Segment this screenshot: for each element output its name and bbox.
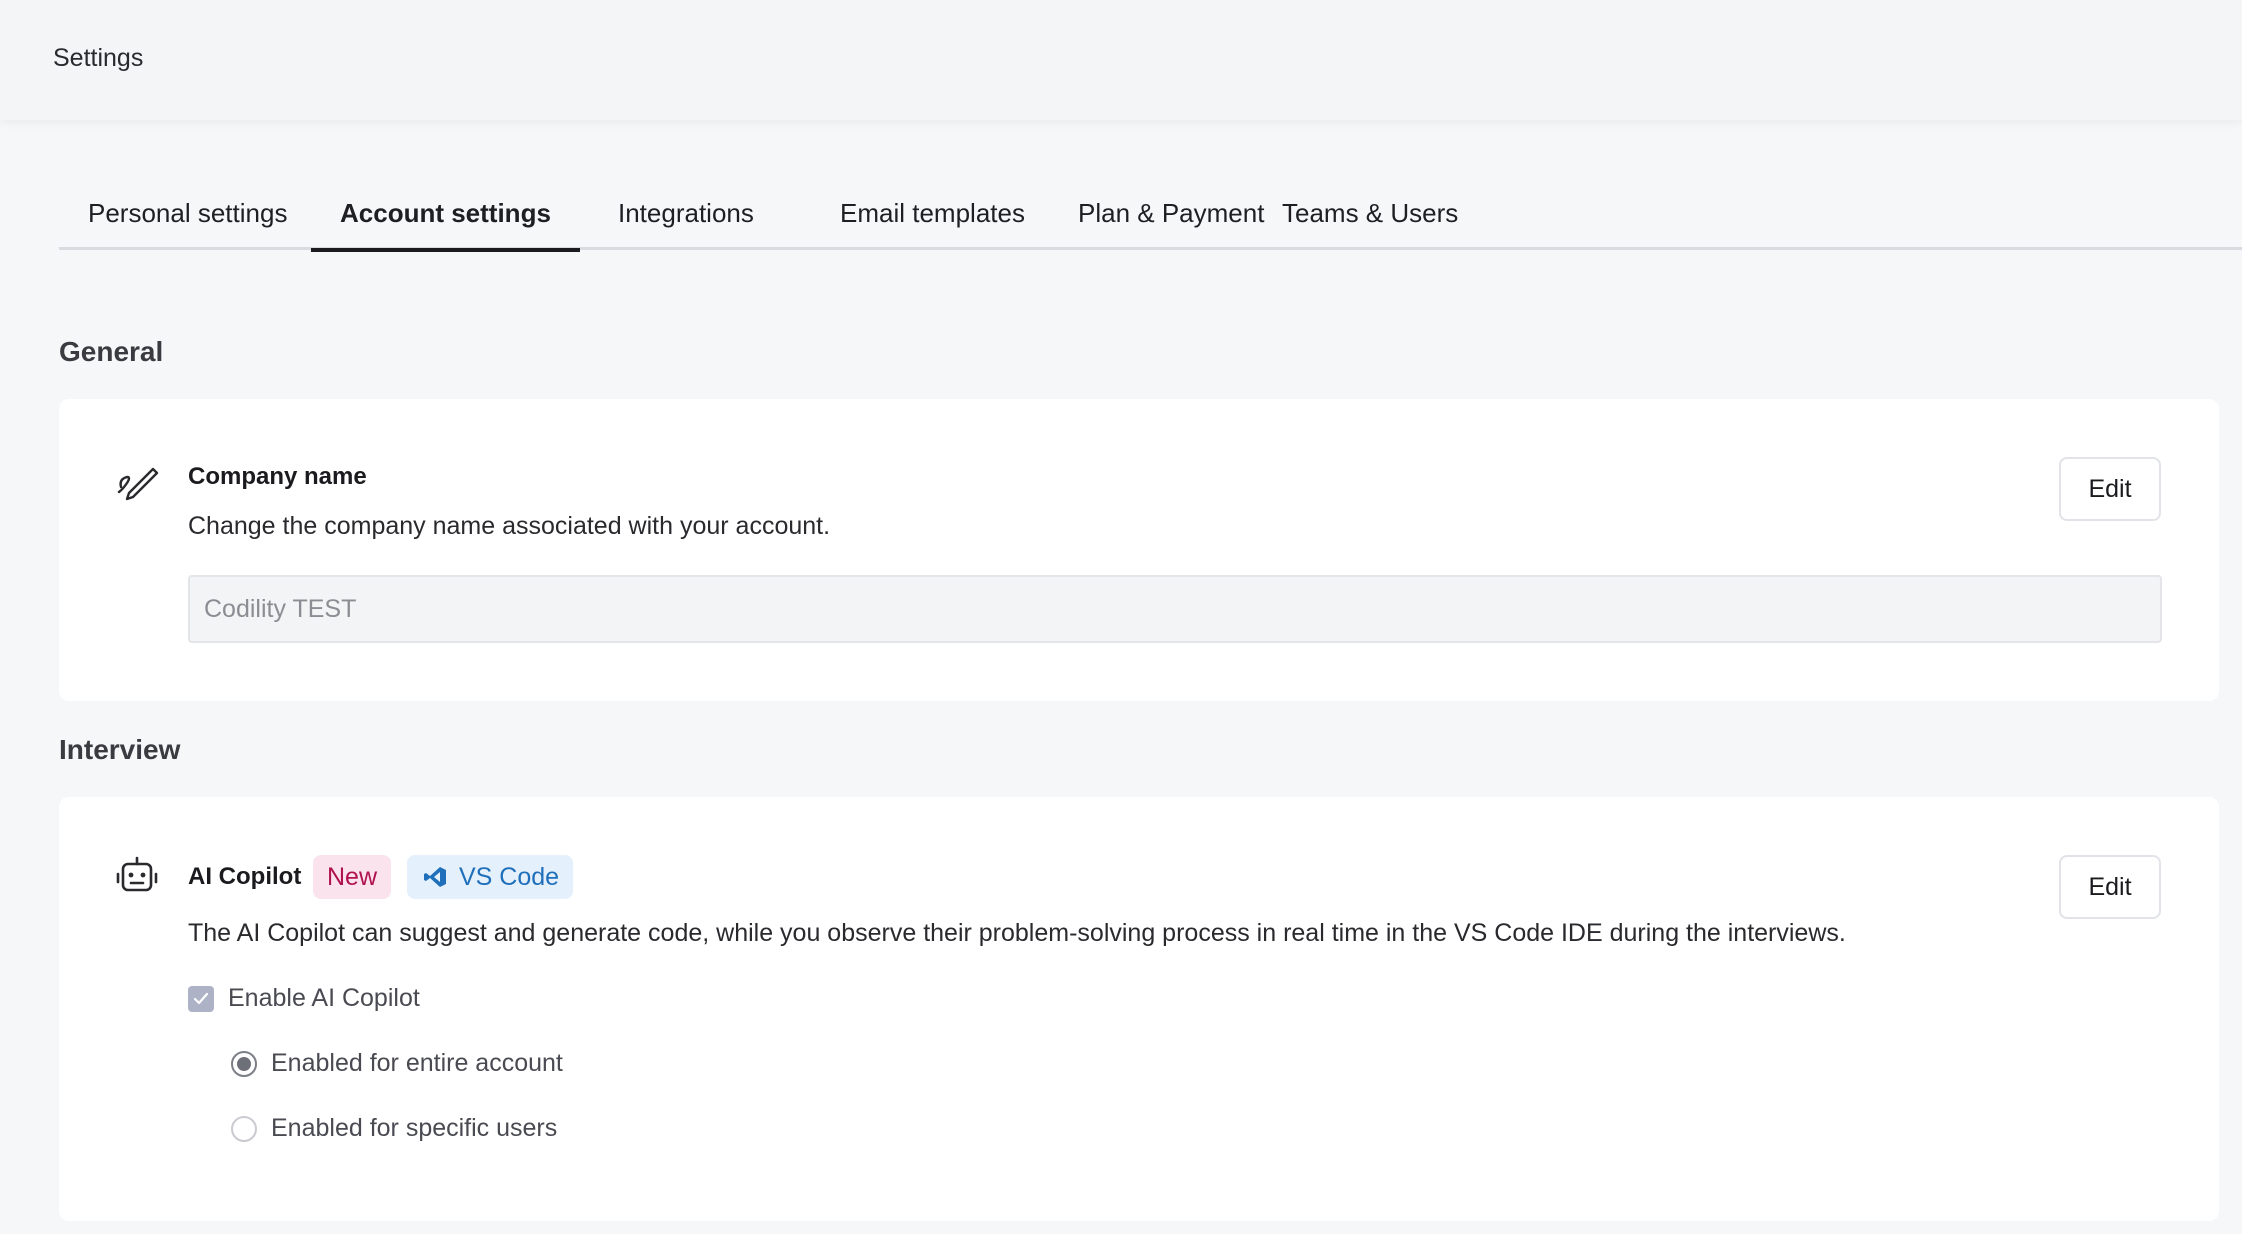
- ai-copilot-title: AI Copilot: [188, 863, 302, 890]
- enable-ai-copilot-label: Enable AI Copilot: [228, 984, 420, 1012]
- option-specific-users[interactable]: Enabled for specific users: [231, 1114, 557, 1143]
- option-specific-users-label: Enabled for specific users: [271, 1114, 558, 1142]
- section-title-interview: Interview: [59, 734, 181, 765]
- ai-copilot-card: AI Copilot New VS Code The AI Copilot ca…: [59, 797, 2219, 1221]
- company-name-card: Company name Change the company name ass…: [59, 399, 2219, 701]
- company-name-edit-button[interactable]: Edit: [2059, 457, 2161, 521]
- tab-email-templates[interactable]: Email templates: [811, 176, 1054, 250]
- option-entire-account[interactable]: Enabled for entire account: [231, 1049, 563, 1078]
- ai-copilot-description: The AI Copilot can suggest and generate …: [188, 919, 1846, 947]
- company-name-title: Company name: [188, 463, 367, 490]
- ai-copilot-edit-button[interactable]: Edit: [2059, 855, 2161, 919]
- option-entire-account-label: Enabled for entire account: [271, 1049, 563, 1077]
- tab-teams-users[interactable]: Teams & Users: [1253, 176, 1487, 250]
- top-bar: Settings: [0, 0, 2242, 120]
- tab-personal-settings[interactable]: Personal settings: [59, 176, 316, 250]
- vscode-icon: [424, 867, 446, 887]
- new-badge: New: [313, 855, 392, 899]
- robot-icon: [115, 854, 159, 898]
- enable-ai-copilot-row[interactable]: Enable AI Copilot: [188, 984, 420, 1013]
- section-title-general: General: [59, 336, 164, 367]
- settings-tabs: Personal settings Account settings Integ…: [59, 176, 2242, 252]
- enable-ai-copilot-checkbox[interactable]: [188, 985, 214, 1012]
- radio-entire-account[interactable]: [231, 1050, 257, 1077]
- tab-account-settings[interactable]: Account settings: [311, 176, 580, 252]
- company-name-input[interactable]: [188, 575, 2162, 643]
- signature-icon: [115, 459, 159, 503]
- vscode-badge-label: VS Code: [459, 863, 560, 891]
- vscode-badge: VS Code: [407, 855, 574, 899]
- checkmark-icon: [193, 992, 209, 1004]
- company-name-description: Change the company name associated with …: [188, 512, 831, 540]
- page-title: Settings: [53, 44, 144, 72]
- radio-specific-users[interactable]: [231, 1115, 257, 1142]
- tab-integrations[interactable]: Integrations: [589, 176, 783, 250]
